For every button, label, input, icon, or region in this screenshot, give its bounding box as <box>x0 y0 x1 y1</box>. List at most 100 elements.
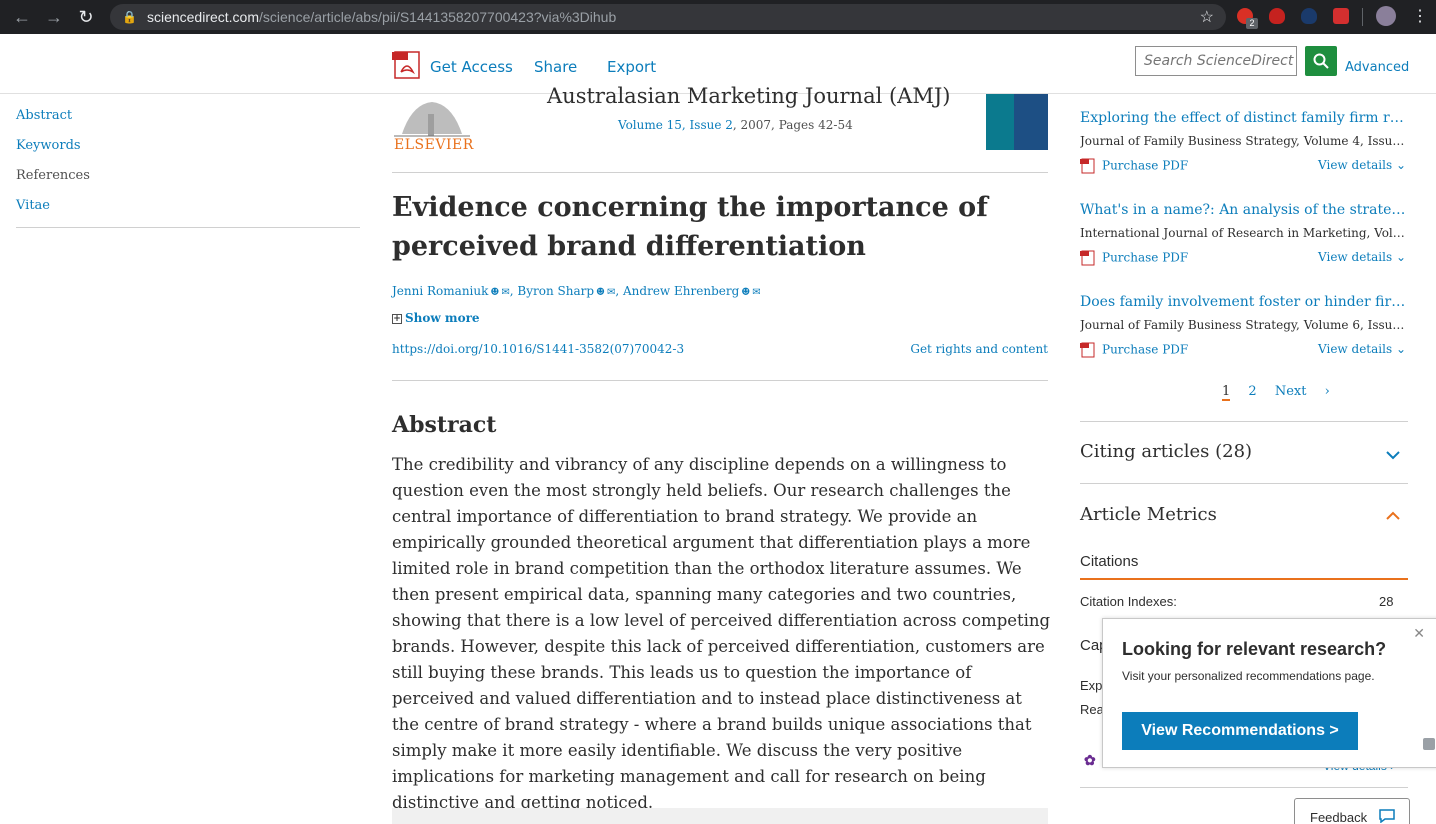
next-label: Next <box>1274 384 1307 399</box>
recommended-actions: Purchase PDF View details ⌄ <box>1080 250 1408 270</box>
pdf-icon <box>1080 250 1095 266</box>
metrics-divider <box>1080 787 1408 788</box>
view-recommendations-button[interactable]: View Recommendations > <box>1122 712 1358 750</box>
author-link[interactable]: Byron Sharp <box>517 284 594 298</box>
chevron-down-icon: ⌄ <box>1395 342 1406 356</box>
citing-divider <box>1080 483 1408 484</box>
share-button[interactable]: Share <box>534 58 577 76</box>
show-more-label: Show more <box>405 311 480 325</box>
meta-divider <box>392 380 1048 381</box>
citation-indexes-value: 28 <box>1379 594 1394 609</box>
person-icon: ☻ <box>596 287 605 298</box>
close-icon[interactable]: ✕ <box>1413 625 1425 642</box>
outline-item-references[interactable]: References <box>16 168 360 198</box>
volume-link[interactable]: Volume 15, Issue 2 <box>618 118 733 132</box>
email-icon[interactable]: ✉ <box>607 287 615 298</box>
export-button[interactable]: Export <box>607 58 656 76</box>
feedback-label: Feedback <box>1310 810 1368 824</box>
red-extension-icon[interactable] <box>1333 8 1349 24</box>
recommended-title[interactable]: Does family involvement foster or hinder… <box>1080 294 1408 310</box>
recommended-title[interactable]: What's in a name?: An analysis of the st… <box>1080 202 1408 218</box>
search-icon <box>1313 53 1329 69</box>
recommended-divider <box>1080 421 1408 422</box>
purchase-pdf-label: Purchase PDF <box>1102 250 1189 265</box>
address-bar[interactable]: 🔒 sciencedirect.com/science/article/abs/… <box>110 4 1226 30</box>
abstract-text: The credibility and vibrancy of any disc… <box>392 455 1051 812</box>
publisher-wordmark: ELSEVIER <box>394 137 474 153</box>
back-arrow-icon[interactable]: ← <box>10 5 34 29</box>
toolbar-divider <box>1362 8 1363 26</box>
view-details-link[interactable]: View details ⌄ <box>1318 250 1406 264</box>
article-metrics-heading[interactable]: Article Metrics <box>1080 504 1217 525</box>
journal-header: ELSEVIER Australasian Marketing Journal … <box>392 84 1048 172</box>
purchase-pdf-label: Purchase PDF <box>1102 158 1189 173</box>
recommended-item: Does family involvement foster or hinder… <box>1080 294 1408 362</box>
chevron-down-icon[interactable] <box>1384 446 1402 464</box>
recommended-actions: Purchase PDF View details ⌄ <box>1080 342 1408 362</box>
profile-avatar[interactable] <box>1376 6 1396 26</box>
next-page-link[interactable]: Next › <box>1275 384 1344 399</box>
lock-icon: 🔒 <box>122 10 137 24</box>
view-details-link[interactable]: View details ⌄ <box>1318 158 1406 172</box>
volume-pages: , 2007, Pages 42-54 <box>732 118 853 132</box>
show-more-button[interactable]: + Show more <box>392 311 480 325</box>
shield-extension-icon[interactable] <box>1269 8 1285 24</box>
dark-shield-extension-icon[interactable] <box>1301 8 1317 24</box>
search-button[interactable] <box>1305 46 1337 76</box>
recommendations-popup: Looking for relevant research? Visit you… <box>1102 618 1436 768</box>
url-host: sciencedirect.com <box>146 9 259 25</box>
recommended-pager: 1 2 Next › <box>1222 384 1358 401</box>
journal-cover[interactable] <box>986 94 1048 150</box>
chat-bubble-icon <box>1379 809 1395 823</box>
author-list: Jenni Romaniuk ☻ ✉, Byron Sharp ☻ ✉, Andrew … <box>392 284 761 298</box>
email-icon[interactable]: ✉ <box>752 287 760 298</box>
header-divider <box>392 172 1048 173</box>
view-details-label: View details <box>1318 158 1393 172</box>
forward-arrow-icon[interactable]: → <box>42 5 66 29</box>
citations-underline <box>1080 578 1408 580</box>
view-details-label: View details <box>1318 250 1393 264</box>
keywords-bar <box>392 808 1048 824</box>
recommended-title[interactable]: Exploring the effect of distinct family … <box>1080 110 1408 126</box>
exports-label: Exp <box>1080 678 1103 693</box>
purchase-pdf-link[interactable]: Purchase PDF <box>1080 250 1188 266</box>
email-icon[interactable]: ✉ <box>501 287 509 298</box>
recommended-source: International Journal of Research in Mar… <box>1080 226 1408 240</box>
recommended-item: Exploring the effect of distinct family … <box>1080 110 1408 178</box>
page-1-link[interactable]: 1 <box>1222 384 1231 401</box>
plumx-logo[interactable]: ✿ <box>1084 752 1096 769</box>
citations-label: Citations <box>1080 553 1139 570</box>
outline-item-abstract[interactable]: Abstract <box>16 108 360 138</box>
popup-handle-icon[interactable] <box>1423 738 1435 750</box>
article-title: Evidence concerning the importance of pe… <box>392 192 988 262</box>
menu-dots-icon[interactable]: ⋮ <box>1412 6 1428 26</box>
feedback-button[interactable]: Feedback <box>1294 798 1410 824</box>
rights-link[interactable]: Get rights and content <box>910 342 1048 356</box>
outline-nav: Abstract Keywords References Vitae <box>16 108 360 228</box>
search-input[interactable] <box>1135 46 1297 76</box>
bookmark-star-icon[interactable]: ☆ <box>1200 7 1214 27</box>
citing-articles-heading[interactable]: Citing articles (28) <box>1080 441 1252 462</box>
doi-link[interactable]: https://doi.org/10.1016/S1441-3582(07)70… <box>392 342 684 356</box>
journal-title[interactable]: Australasian Marketing Journal (AMJ) <box>547 84 950 108</box>
plus-box-icon: + <box>392 313 402 324</box>
browser-chrome: ← → ↻ 🔒 sciencedirect.com/science/articl… <box>0 0 1436 34</box>
get-access-button[interactable]: Get Access <box>430 58 513 76</box>
outline-item-vitae[interactable]: Vitae <box>16 198 360 228</box>
author-link[interactable]: Jenni Romaniuk <box>392 284 488 298</box>
recommended-source: Journal of Family Business Strategy, Vol… <box>1080 134 1408 148</box>
citation-indexes-label: Citation Indexes: <box>1080 594 1177 609</box>
pdf-icon <box>1080 158 1095 174</box>
popup-subtitle: Visit your personalized recommendations … <box>1122 669 1375 683</box>
purchase-pdf-link[interactable]: Purchase PDF <box>1080 342 1188 358</box>
view-details-link[interactable]: View details ⌄ <box>1318 342 1406 356</box>
purchase-pdf-link[interactable]: Purchase PDF <box>1080 158 1188 174</box>
advanced-search-link[interactable]: Advanced <box>1345 60 1409 75</box>
page-2-link[interactable]: 2 <box>1248 384 1256 399</box>
journal-volume: Volume 15, Issue 2, 2007, Pages 42-54 <box>618 118 853 132</box>
outline-item-keywords[interactable]: Keywords <box>16 138 360 168</box>
author-link[interactable]: Andrew Ehrenberg <box>623 284 739 298</box>
reload-icon[interactable]: ↻ <box>74 5 98 29</box>
chevron-up-icon[interactable] <box>1384 507 1402 525</box>
person-icon: ☻ <box>490 287 500 298</box>
